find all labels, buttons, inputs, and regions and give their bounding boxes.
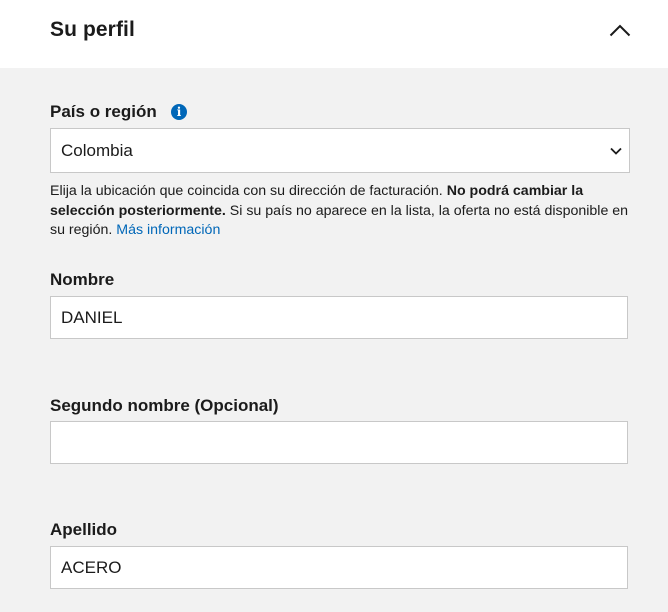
middle-name-field[interactable] <box>50 421 628 464</box>
collapse-button[interactable] <box>604 16 636 44</box>
chevron-up-icon <box>609 24 631 37</box>
help-text-part-1: Elija la ubicación que coincida con su d… <box>50 183 447 199</box>
middle-name-label: Segundo nombre (Opcional) <box>50 396 279 415</box>
last-name-field[interactable] <box>50 546 628 589</box>
section-title: Su perfil <box>50 18 135 41</box>
country-label: País o región <box>50 102 157 121</box>
last-name-label: Apellido <box>50 520 118 539</box>
first-name-label: Nombre <box>50 270 115 289</box>
more-info-link[interactable]: Más información <box>116 222 220 238</box>
country-select-value: Colombia <box>61 141 133 160</box>
profile-section-header[interactable]: Su perfil <box>0 0 668 68</box>
chevron-down-icon <box>610 147 622 155</box>
country-select[interactable]: Colombia <box>50 128 630 173</box>
first-name-field[interactable] <box>50 296 628 339</box>
info-icon[interactable]: i <box>171 104 187 120</box>
country-help-text: Elija la ubicación que coincida con su d… <box>50 182 635 241</box>
